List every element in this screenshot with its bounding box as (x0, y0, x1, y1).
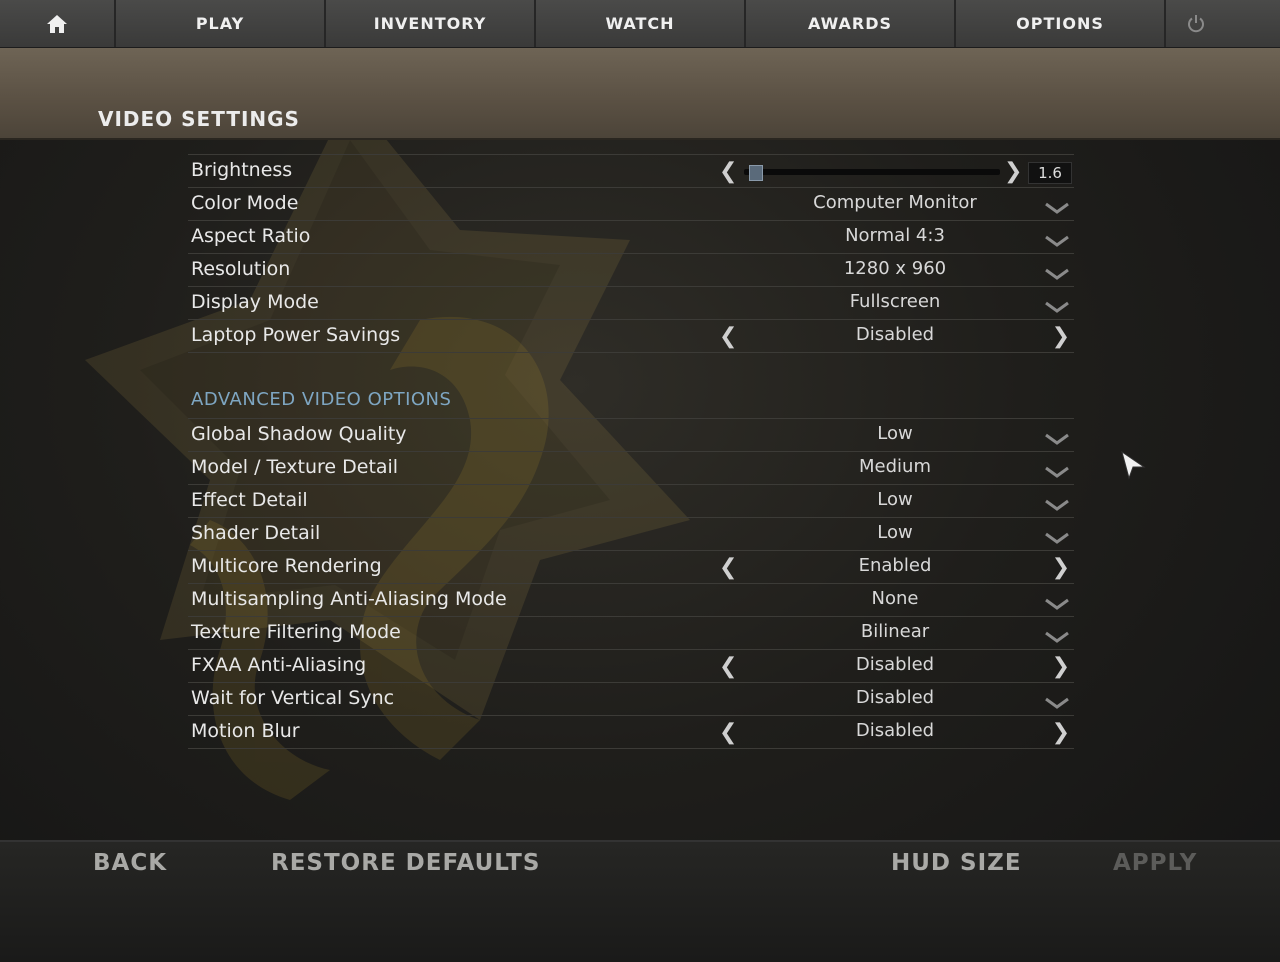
setting-row: Multicore Rendering ❮ Enabled ❯ (188, 550, 1074, 583)
setting-row: Aspect Ratio Normal 4:3 (188, 220, 1074, 253)
slider-thumb[interactable] (749, 165, 764, 181)
setting-row: Multisampling Anti-Aliasing Mode None (188, 583, 1074, 616)
page-title: VIDEO SETTINGS (98, 107, 300, 131)
nav-awards[interactable]: AWARDS (746, 0, 956, 47)
setting-row: FXAA Anti-Aliasing ❮ Disabled ❯ (188, 649, 1074, 682)
setting-dropdown[interactable]: Low (718, 522, 1072, 543)
chevron-down-icon[interactable] (1044, 299, 1070, 318)
chevron-right-icon[interactable]: ❯ (1052, 720, 1070, 745)
chevron-left-icon[interactable]: ❮ (719, 159, 737, 184)
chevron-down-icon[interactable] (1044, 431, 1070, 450)
nav-play[interactable]: PLAY (116, 0, 326, 47)
chevron-down-icon[interactable] (1044, 596, 1070, 615)
power-button[interactable] (1166, 0, 1280, 47)
setting-dropdown[interactable]: Disabled (718, 687, 1072, 708)
setting-dropdown[interactable]: 1280 x 960 (718, 258, 1072, 279)
setting-label: Shader Detail (191, 522, 321, 544)
chevron-down-icon[interactable] (1044, 695, 1070, 714)
setting-label: Display Mode (191, 291, 319, 313)
setting-label: Model / Texture Detail (191, 456, 399, 478)
chevron-down-icon[interactable] (1044, 200, 1070, 219)
setting-dropdown[interactable]: Normal 4:3 (718, 225, 1072, 246)
setting-row: Color Mode Computer Monitor (188, 187, 1074, 220)
setting-row-brightness: Brightness ❮ ❯ 1.6 (188, 154, 1074, 187)
setting-dropdown[interactable]: Bilinear (718, 621, 1072, 642)
setting-dropdown[interactable]: Medium (718, 456, 1072, 477)
setting-value: Disabled (855, 324, 935, 345)
chevron-down-icon[interactable] (1044, 266, 1070, 285)
apply-button[interactable]: APPLY (1113, 850, 1197, 876)
setting-label: Wait for Vertical Sync (191, 687, 395, 709)
chevron-down-icon[interactable] (1044, 233, 1070, 252)
setting-row: Shader Detail Low (188, 517, 1074, 550)
setting-label: FXAA Anti-Aliasing (191, 654, 367, 676)
setting-label: Aspect Ratio (191, 225, 311, 247)
setting-label: Color Mode (191, 192, 299, 214)
setting-row: Laptop Power Savings ❮ Disabled ❯ (188, 319, 1074, 353)
settings-list: Brightness ❮ ❯ 1.6 Color Mode Computer Mo… (188, 154, 1074, 749)
brightness-slider[interactable] (744, 165, 1000, 181)
setting-label: Resolution (191, 258, 291, 280)
setting-row: Display Mode Fullscreen (188, 286, 1074, 319)
setting-dropdown[interactable]: Low (718, 423, 1072, 444)
chevron-right-icon[interactable]: ❯ (1052, 324, 1070, 349)
setting-label: Multicore Rendering (191, 555, 382, 577)
setting-label: Global Shadow Quality (191, 423, 407, 445)
chevron-right-icon[interactable]: ❯ (1004, 159, 1022, 184)
setting-dropdown[interactable]: Computer Monitor (718, 192, 1072, 213)
setting-value: Enabled (858, 555, 932, 576)
chevron-right-icon[interactable]: ❯ (1052, 555, 1070, 580)
setting-row: Wait for Vertical Sync Disabled (188, 682, 1074, 715)
setting-label: Motion Blur (191, 720, 300, 742)
setting-row: Motion Blur ❮ Disabled ❯ (188, 715, 1074, 749)
home-icon (47, 14, 67, 33)
setting-row: Texture Filtering Mode Bilinear (188, 616, 1074, 649)
nav-inventory[interactable]: INVENTORY (326, 0, 536, 47)
back-button[interactable]: BACK (93, 850, 167, 876)
nav-options[interactable]: OPTIONS (956, 0, 1166, 47)
restore-defaults-button[interactable]: RESTORE DEFAULTS (271, 850, 540, 876)
section-title: ADVANCED VIDEO OPTIONS (191, 389, 452, 410)
home-button[interactable] (0, 0, 116, 47)
chevron-down-icon[interactable] (1044, 464, 1070, 483)
setting-dropdown[interactable]: Fullscreen (718, 291, 1072, 312)
chevron-down-icon[interactable] (1044, 497, 1070, 516)
setting-row: Global Shadow Quality Low (188, 418, 1074, 451)
advanced-section-header: ADVANCED VIDEO OPTIONS (188, 385, 1074, 418)
power-icon (1188, 14, 1204, 32)
setting-label: Multisampling Anti-Aliasing Mode (191, 588, 507, 610)
top-nav: PLAY INVENTORY WATCH AWARDS OPTIONS (0, 0, 1280, 48)
setting-value: Disabled (855, 720, 935, 741)
brightness-value: 1.6 (1028, 162, 1072, 184)
setting-label: Texture Filtering Mode (191, 621, 401, 643)
chevron-down-icon[interactable] (1044, 629, 1070, 648)
setting-value: Disabled (855, 654, 935, 675)
nav-watch[interactable]: WATCH (536, 0, 746, 47)
setting-dropdown[interactable]: None (718, 588, 1072, 609)
setting-dropdown[interactable]: Low (718, 489, 1072, 510)
chevron-right-icon[interactable]: ❯ (1052, 654, 1070, 679)
setting-label: Laptop Power Savings (191, 324, 401, 346)
mouse-cursor-icon (1121, 450, 1146, 480)
bottom-bar (0, 840, 1280, 962)
setting-row: Resolution 1280 x 960 (188, 253, 1074, 286)
setting-label: Effect Detail (191, 489, 308, 511)
setting-row: Effect Detail Low (188, 484, 1074, 517)
chevron-down-icon[interactable] (1044, 530, 1070, 549)
setting-label: Brightness (191, 159, 293, 181)
setting-row: Model / Texture Detail Medium (188, 451, 1074, 484)
hud-size-button[interactable]: HUD SIZE (891, 850, 1022, 876)
